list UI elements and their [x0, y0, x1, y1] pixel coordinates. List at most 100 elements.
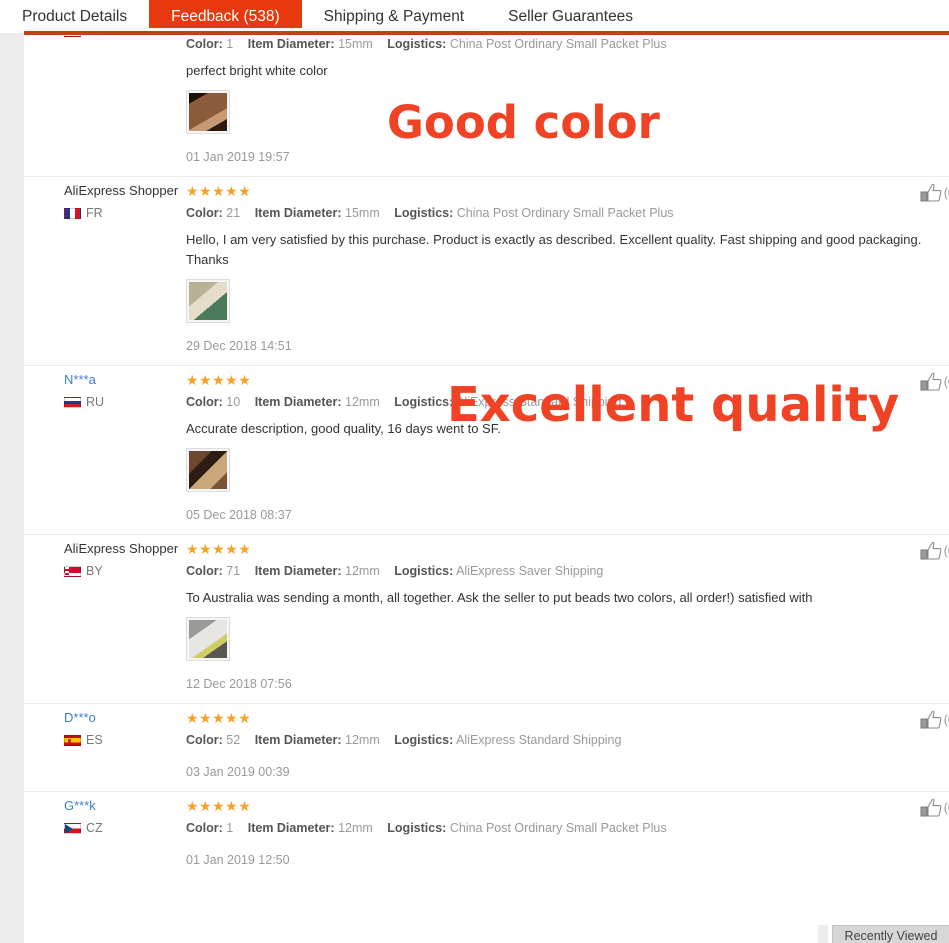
feedback-list: US Color: 1 Item Diameter: 15mm Logistic… — [24, 35, 949, 943]
review-buyer: D***o ES — [24, 704, 186, 791]
logistics-value: AliExpress Standard Shipping — [456, 733, 621, 747]
review-attributes: Color: 71 Item Diameter: 12mm Logistics:… — [186, 564, 939, 578]
table-row: AliExpress Shopper FR ★★★★★ Color: 21 It… — [24, 177, 949, 366]
diameter-label: Item Diameter: — [255, 206, 342, 220]
buyer-country: BY — [64, 564, 186, 578]
helpful-count: (0) — [944, 186, 949, 200]
flag-icon-fr — [64, 208, 81, 219]
table-row: N***a RU ★★★★★ Color: 10 Item Diameter: … — [24, 366, 949, 535]
buyer-country: ES — [64, 733, 186, 747]
diameter-label: Item Diameter: — [255, 733, 342, 747]
review-date: 12 Dec 2018 07:56 — [186, 677, 939, 703]
helpful-count: (0) — [944, 375, 949, 389]
helpful-count: (0) — [944, 713, 949, 727]
tab-seller-guarantees[interactable]: Seller Guarantees — [486, 0, 655, 33]
color-value: 1 — [226, 37, 233, 51]
review-photo-thumbnail[interactable] — [186, 90, 230, 134]
buyer-country: FR — [64, 206, 186, 220]
review-buyer: G***k CZ — [24, 792, 186, 879]
logistics-label: Logistics: — [394, 395, 453, 409]
color-label: Color: — [186, 37, 223, 51]
rating-stars: ★★★★★ — [186, 372, 251, 389]
diameter-value: 12mm — [345, 733, 380, 747]
review-photo-thumbnail[interactable] — [186, 617, 230, 661]
helpful-button[interactable]: (0) — [920, 798, 949, 818]
logistics-label: Logistics: — [387, 37, 446, 51]
color-label: Color: — [186, 395, 223, 409]
flag-icon-ru — [64, 397, 81, 408]
review-photos — [186, 279, 939, 328]
color-label: Color: — [186, 564, 223, 578]
logistics-value: AliExpress Standard Shipping — [456, 395, 621, 409]
review-photo-thumbnail[interactable] — [186, 448, 230, 492]
buyer-name[interactable]: G***k — [64, 797, 186, 815]
logistics-value: AliExpress Saver Shipping — [456, 564, 603, 578]
logistics-value: China Post Ordinary Small Packet Plus — [457, 206, 674, 220]
table-row: US Color: 1 Item Diameter: 15mm Logistic… — [24, 35, 949, 177]
logistics-label: Logistics: — [394, 564, 453, 578]
table-row: D***o ES ★★★★★ Color: 52 Item Diameter: … — [24, 704, 949, 792]
recently-viewed-widget[interactable]: Recently Viewed — [832, 925, 949, 943]
review-buyer: N***a RU — [24, 366, 186, 534]
helpful-button[interactable]: (0) — [920, 541, 949, 561]
buyer-name: AliExpress Shopper — [64, 182, 186, 200]
review-date: 01 Jan 2019 12:50 — [186, 853, 939, 879]
helpful-count: (0) — [944, 544, 949, 558]
review-date: 05 Dec 2018 08:37 — [186, 508, 939, 534]
rating-stars: ★★★★★ — [186, 183, 251, 200]
review-date: 29 Dec 2018 14:51 — [186, 339, 939, 365]
logistics-label: Logistics: — [394, 206, 453, 220]
helpful-button[interactable]: (0) — [920, 183, 949, 203]
rating-stars: ★★★★★ — [186, 798, 251, 815]
review-buyer: US — [24, 35, 186, 176]
diameter-value: 12mm — [338, 821, 373, 835]
review-buyer: AliExpress Shopper FR — [24, 177, 186, 365]
flag-icon-us — [64, 35, 81, 37]
logistics-value: China Post Ordinary Small Packet Plus — [450, 37, 667, 51]
color-value: 71 — [226, 564, 240, 578]
buyer-country: US — [64, 35, 186, 38]
review-attributes: Color: 1 Item Diameter: 15mm Logistics: … — [186, 37, 939, 51]
table-row: AliExpress Shopper BY ★★★★★ Color: 71 It… — [24, 535, 949, 704]
review-photo-image — [189, 282, 227, 320]
thumbs-up-icon — [920, 541, 942, 561]
diameter-value: 15mm — [345, 206, 380, 220]
buyer-name[interactable]: N***a — [64, 371, 186, 389]
rating-stars: ★★★★★ — [186, 541, 251, 558]
flag-icon-by — [64, 566, 81, 577]
review-comment: perfect bright white color — [186, 61, 939, 81]
bottom-widget-gap — [818, 925, 828, 943]
review-buyer: AliExpress Shopper BY — [24, 535, 186, 703]
review-comment: Accurate description, good quality, 16 d… — [186, 419, 939, 439]
country-code: CZ — [86, 821, 103, 835]
color-label: Color: — [186, 821, 223, 835]
diameter-label: Item Diameter: — [255, 564, 342, 578]
review-body: Color: 10 Item Diameter: 12mm Logistics:… — [186, 366, 949, 534]
review-attributes: Color: 52 Item Diameter: 12mm Logistics:… — [186, 733, 939, 747]
diameter-label: Item Diameter: — [248, 821, 335, 835]
diameter-value: 12mm — [345, 564, 380, 578]
logistics-label: Logistics: — [387, 821, 446, 835]
logistics-label: Logistics: — [394, 733, 453, 747]
color-label: Color: — [186, 206, 223, 220]
helpful-button[interactable]: (0) — [920, 710, 949, 730]
review-attributes: Color: 1 Item Diameter: 12mm Logistics: … — [186, 821, 939, 835]
review-attributes: Color: 21 Item Diameter: 15mm Logistics:… — [186, 206, 939, 220]
helpful-button[interactable]: (0) — [920, 372, 949, 392]
color-value: 1 — [226, 821, 233, 835]
color-value: 10 — [226, 395, 240, 409]
country-code: RU — [86, 395, 104, 409]
buyer-name[interactable]: D***o — [64, 709, 186, 727]
review-photo-thumbnail[interactable] — [186, 279, 230, 323]
diameter-label: Item Diameter: — [255, 395, 342, 409]
thumbs-up-icon — [920, 710, 942, 730]
review-attributes: Color: 10 Item Diameter: 12mm Logistics:… — [186, 395, 939, 409]
table-row: G***k CZ ★★★★★ Color: 1 Item Diameter: 1… — [24, 792, 949, 879]
review-comment: To Australia was sending a month, all to… — [186, 588, 939, 608]
thumbs-up-icon — [920, 372, 942, 392]
feedback-page: Product Details Feedback (538) Shipping … — [0, 0, 949, 943]
color-label: Color: — [186, 733, 223, 747]
review-body: Color: 52 Item Diameter: 12mm Logistics:… — [186, 704, 949, 791]
review-date: 01 Jan 2019 19:57 — [186, 150, 939, 176]
flag-icon-es — [64, 735, 81, 746]
